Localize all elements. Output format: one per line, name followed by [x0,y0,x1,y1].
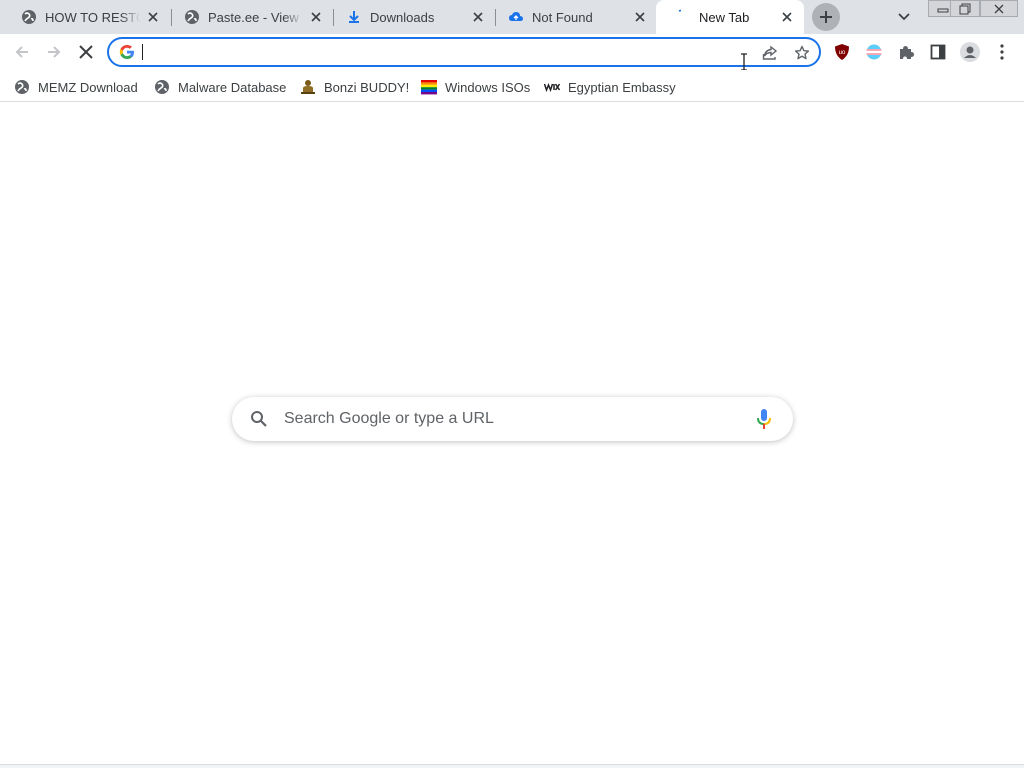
arrow-left-icon [15,46,28,58]
side-panel-icon [930,44,946,60]
close-icon[interactable] [631,8,649,26]
chevron-down-icon [898,13,910,21]
omnibox[interactable] [107,37,821,67]
share-button[interactable] [759,42,781,64]
flag-extension-button[interactable] [860,38,888,66]
bookmark-star-button[interactable] [791,42,813,64]
back-button[interactable] [8,38,36,66]
profile-button[interactable] [956,38,984,66]
tab-title: New Tab [699,9,750,25]
address-input[interactable] [141,42,721,62]
new-tab-button[interactable] [812,3,840,31]
bookmark-windows-isos[interactable]: Windows ISOs [421,75,530,99]
search-icon [251,411,267,427]
loading-spinner-icon [675,9,691,25]
menu-button[interactable] [988,38,1016,66]
bookmark-label: Windows ISOs [445,79,531,95]
rainbow-flag-icon [421,79,437,95]
text-caret [142,44,143,60]
puzzle-icon [900,46,914,59]
window-bottom-edge [0,764,1024,768]
arrow-right-icon [48,46,61,58]
tab-how-to-restore[interactable]: HOW TO RESTORE [2,0,170,34]
ntp-search-box[interactable]: Search Google or type a URL [232,397,793,441]
plus-icon [820,11,832,23]
toolbar: uo [0,34,1024,71]
tab-title: Downloads [370,9,435,25]
bookmark-memz-download[interactable]: MEMZ Download [14,75,138,99]
extensions-button[interactable] [892,38,920,66]
forward-button[interactable] [40,38,68,66]
trans-flag-icon [866,44,882,60]
tab-search-button[interactable] [894,7,914,27]
google-g-icon [119,45,134,59]
close-icon [994,4,1004,13]
close-icon[interactable] [307,8,325,26]
restore-icon [959,3,971,14]
cloud-upload-icon [508,9,524,25]
globe-icon [184,9,200,25]
bookmark-label: Bonzi BUDDY! [324,79,410,95]
bookmark-label: Egyptian Embassy [568,79,676,95]
close-icon[interactable] [469,8,487,26]
ublock-icon: uo [835,44,849,60]
svg-text:uo: uo [839,50,846,56]
bookmark-egyptian-embassy[interactable]: Egyptian Embassy [544,75,676,99]
download-icon [346,9,362,25]
tab-strip: HOW TO RESTORE Paste.ee - View paste Dow… [0,0,1024,34]
search-placeholder: Search Google or type a URL [284,410,494,427]
tab-title: Not Found [532,9,593,25]
globe-icon [14,79,30,95]
tab-title: Paste.ee - View paste [208,9,303,25]
tab-not-found[interactable]: Not Found [489,0,657,34]
share-icon [762,45,778,60]
globe-icon [154,79,170,95]
globe-icon [21,9,37,25]
tab-new-tab[interactable]: New Tab [656,0,804,34]
tab-paste-ee[interactable]: Paste.ee - View paste [165,0,333,34]
tab-downloads[interactable]: Downloads [327,0,495,34]
avatar-icon [960,42,980,62]
stop-icon [79,45,93,59]
bookmarks-bar: MEMZ Download Malware Database Bonzi BUD… [0,70,1024,102]
bookmark-malware-database[interactable]: Malware Database [154,75,286,99]
ublock-extension-button[interactable]: uo [828,38,856,66]
minimize-icon [937,8,949,12]
close-icon[interactable] [144,8,162,26]
microphone-icon[interactable] [754,408,774,430]
wix-icon [544,79,560,95]
bonzi-icon [300,79,316,95]
stop-loading-button[interactable] [72,38,100,66]
star-icon [794,45,810,60]
close-window-button[interactable] [980,0,1018,17]
side-panel-button[interactable] [924,38,952,66]
bookmark-bonzi-buddy[interactable]: Bonzi BUDDY! [300,75,409,99]
bookmark-label: MEMZ Download [38,79,138,95]
bookmark-label: Malware Database [178,79,287,95]
text-cursor-icon [741,53,747,71]
tab-title: HOW TO RESTORE [45,9,140,25]
close-icon[interactable] [778,8,796,26]
more-vert-icon [1000,44,1004,60]
restore-button[interactable] [950,0,980,17]
